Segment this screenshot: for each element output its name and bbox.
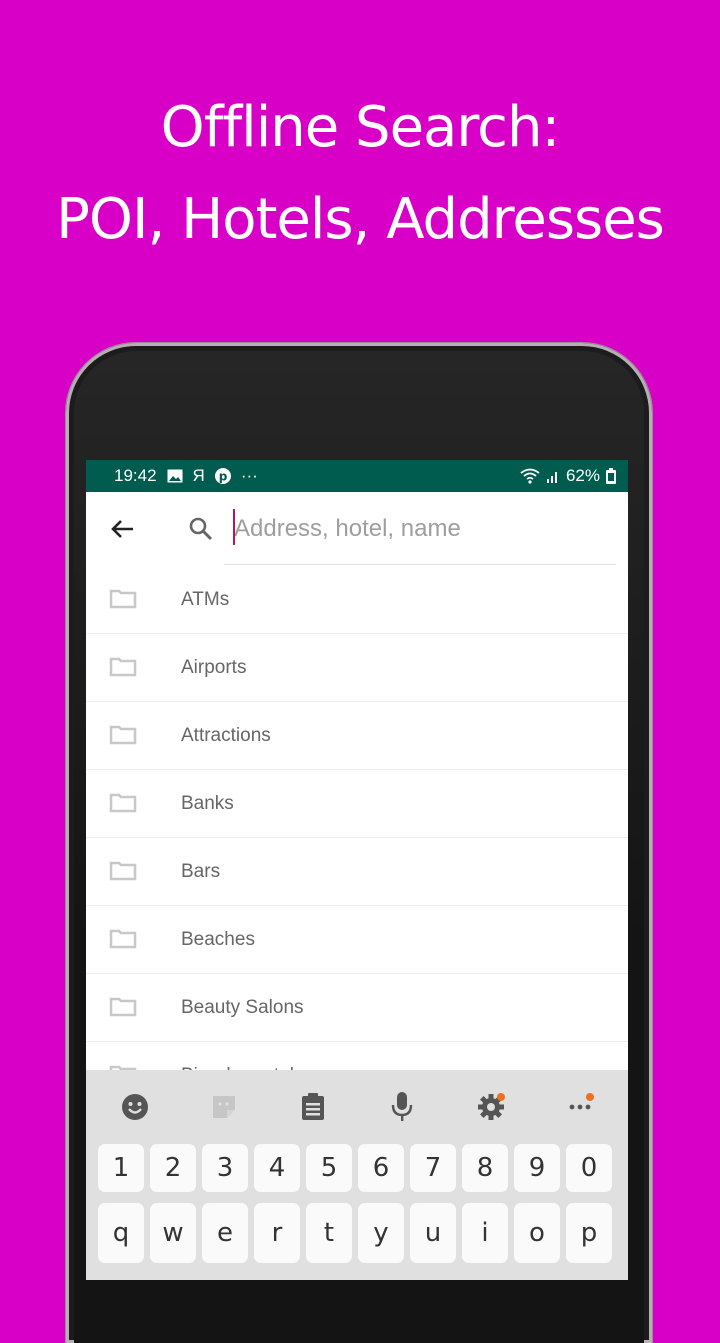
key-t[interactable]: t bbox=[306, 1203, 352, 1263]
emoji-icon[interactable] bbox=[115, 1087, 155, 1127]
battery-icon bbox=[606, 468, 616, 484]
key-i[interactable]: i bbox=[462, 1203, 508, 1263]
battery-percent: 62% bbox=[565, 466, 600, 485]
image-icon bbox=[167, 469, 183, 483]
key-0[interactable]: 0 bbox=[566, 1144, 612, 1192]
key-1[interactable]: 1 bbox=[98, 1144, 144, 1192]
key-4[interactable]: 4 bbox=[254, 1144, 300, 1192]
key-3[interactable]: 3 bbox=[202, 1144, 248, 1192]
search-icon bbox=[188, 516, 214, 542]
key-p[interactable]: p bbox=[566, 1203, 612, 1263]
sticker-icon[interactable] bbox=[204, 1087, 244, 1127]
key-w[interactable]: w bbox=[150, 1203, 196, 1263]
key-y[interactable]: y bbox=[358, 1203, 404, 1263]
keyboard-toolbar bbox=[86, 1070, 628, 1144]
list-item-atms[interactable]: ATMs bbox=[86, 566, 628, 634]
pinterest-icon: p bbox=[214, 468, 231, 484]
settings-icon[interactable] bbox=[471, 1087, 511, 1127]
folder-icon bbox=[109, 791, 137, 813]
key-q[interactable]: q bbox=[98, 1203, 144, 1263]
search-underline bbox=[224, 564, 616, 565]
text-cursor bbox=[233, 509, 235, 545]
key-2[interactable]: 2 bbox=[150, 1144, 196, 1192]
list-item-label: Banks bbox=[181, 792, 234, 814]
category-list: ATMs Airports Attractions Banks Bars Bea… bbox=[86, 566, 628, 1110]
folder-icon bbox=[109, 723, 137, 745]
search-input[interactable] bbox=[224, 508, 628, 550]
key-u[interactable]: u bbox=[410, 1203, 456, 1263]
list-item-airports[interactable]: Airports bbox=[86, 634, 628, 702]
folder-icon bbox=[109, 927, 137, 949]
wifi-icon bbox=[520, 468, 540, 484]
svg-text:p: p bbox=[219, 470, 228, 484]
folder-icon bbox=[109, 655, 137, 677]
list-item-label: Airports bbox=[181, 656, 247, 678]
headline-line-2: POI, Hotels, Addresses bbox=[56, 187, 665, 252]
signal-icon bbox=[546, 469, 560, 483]
back-arrow-icon[interactable] bbox=[108, 514, 138, 544]
keyboard: 1 2 3 4 5 6 7 8 9 0 q w e r t y u i o p bbox=[86, 1070, 628, 1280]
list-item-label: Attractions bbox=[181, 724, 271, 746]
yandex-icon: Я bbox=[192, 466, 205, 485]
list-item-beauty-salons[interactable]: Beauty Salons bbox=[86, 974, 628, 1042]
list-item-label: Beauty Salons bbox=[181, 996, 304, 1018]
notification-dot bbox=[585, 1093, 594, 1101]
key-e[interactable]: e bbox=[202, 1203, 248, 1263]
search-bar bbox=[86, 492, 628, 565]
key-r[interactable]: r bbox=[254, 1203, 300, 1263]
list-item-attractions[interactable]: Attractions bbox=[86, 702, 628, 770]
notification-dot bbox=[496, 1093, 505, 1101]
key-8[interactable]: 8 bbox=[462, 1144, 508, 1192]
key-6[interactable]: 6 bbox=[358, 1144, 404, 1192]
folder-icon bbox=[109, 995, 137, 1017]
list-item-label: ATMs bbox=[181, 588, 230, 610]
status-bar: 19:42 Я p ··· 62% bbox=[86, 460, 628, 492]
microphone-icon[interactable] bbox=[382, 1087, 422, 1127]
key-7[interactable]: 7 bbox=[410, 1144, 456, 1192]
more-icon[interactable] bbox=[560, 1087, 600, 1127]
letter-row: q w e r t y u i o p bbox=[86, 1203, 628, 1263]
folder-icon bbox=[109, 859, 137, 881]
list-item-banks[interactable]: Banks bbox=[86, 770, 628, 838]
status-time: 19:42 bbox=[114, 466, 157, 485]
more-notifications-icon: ··· bbox=[240, 466, 258, 485]
list-item-beaches[interactable]: Beaches bbox=[86, 906, 628, 974]
key-o[interactable]: o bbox=[514, 1203, 560, 1263]
key-5[interactable]: 5 bbox=[306, 1144, 352, 1192]
number-row: 1 2 3 4 5 6 7 8 9 0 bbox=[86, 1144, 628, 1192]
key-9[interactable]: 9 bbox=[514, 1144, 560, 1192]
headline-line-1: Offline Search: bbox=[160, 95, 561, 160]
list-item-label: Beaches bbox=[181, 928, 255, 950]
promo-headline: Offline Search: POI, Hotels, Addresses bbox=[0, 82, 720, 266]
folder-icon bbox=[109, 587, 137, 609]
list-item-bars[interactable]: Bars bbox=[86, 838, 628, 906]
clipboard-icon[interactable] bbox=[293, 1087, 333, 1127]
phone-screen: 19:42 Я p ··· 62% Address, hotel, name A… bbox=[86, 460, 628, 1280]
list-item-label: Bars bbox=[181, 860, 221, 882]
